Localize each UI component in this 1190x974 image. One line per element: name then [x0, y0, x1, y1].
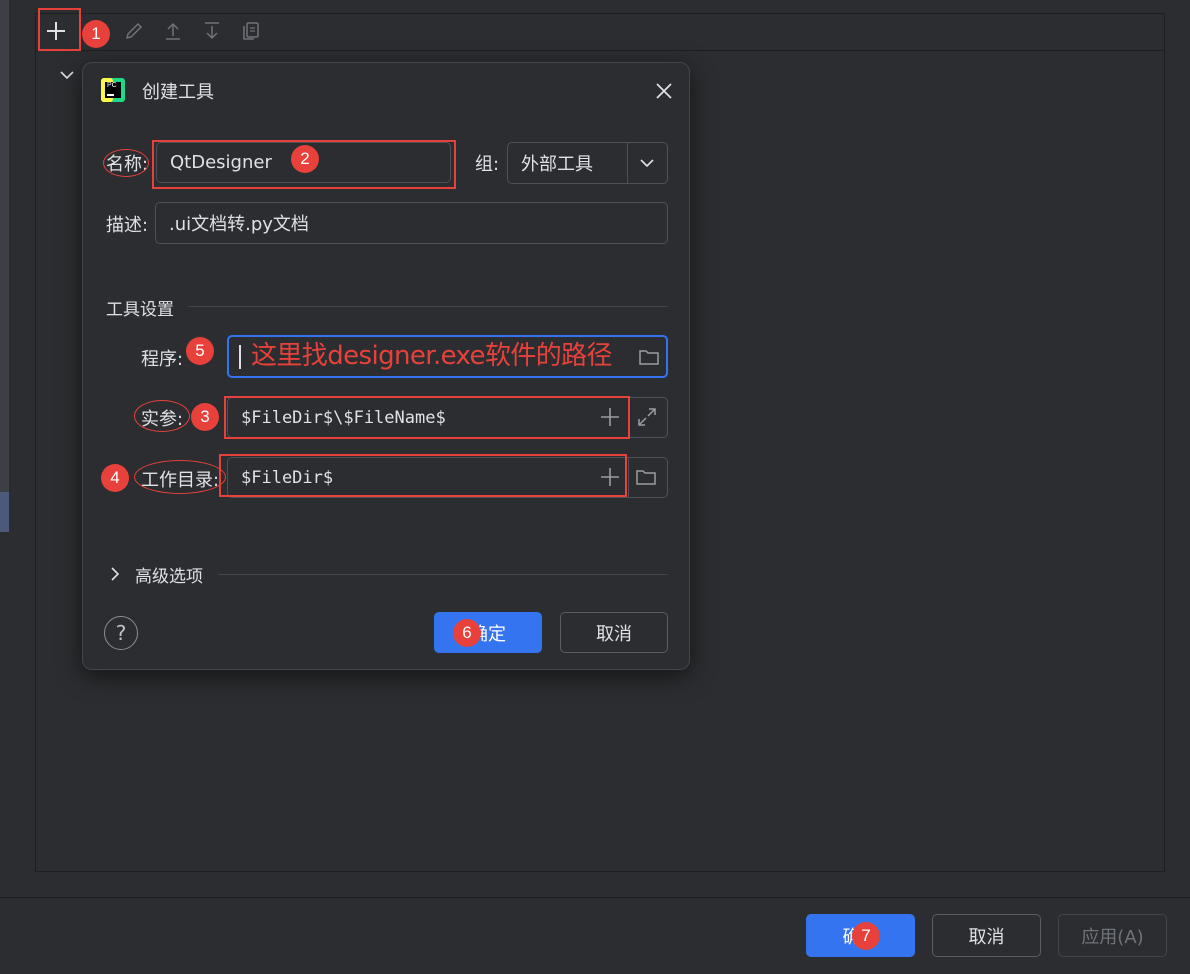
dialog-cancel-label: 取消	[596, 623, 632, 645]
expand-arguments-button[interactable]	[636, 406, 658, 428]
settings-apply-label: 应用(A)	[1081, 926, 1144, 948]
logo-text: PC	[107, 82, 117, 89]
move-down-button[interactable]	[196, 14, 228, 48]
settings-cancel-button[interactable]: 取消	[932, 914, 1041, 957]
dialog-title: 创建工具	[142, 82, 214, 103]
left-sidebar-strip	[0, 0, 9, 532]
workdir-divider	[628, 458, 629, 497]
move-down-icon	[205, 22, 219, 40]
help-button[interactable]: ?	[104, 616, 138, 650]
footer-divider	[0, 897, 1190, 898]
chevron-right-icon	[111, 567, 120, 581]
group-select-divider	[627, 143, 628, 183]
move-up-icon	[166, 22, 180, 40]
advanced-options-toggle[interactable]	[108, 565, 122, 583]
program-label: 程序:	[141, 349, 184, 370]
advanced-options-label[interactable]: 高级选项	[135, 562, 203, 587]
settings-apply-button[interactable]: 应用(A)	[1058, 914, 1167, 957]
edit-icon	[125, 22, 143, 40]
copy-icon	[243, 22, 259, 40]
chevron-down-icon	[60, 71, 74, 80]
close-dialog-button[interactable]	[652, 79, 676, 103]
dialog-ok-button[interactable]: 确定	[434, 612, 542, 653]
tool-settings-separator	[188, 306, 668, 307]
pycharm-logo: PC	[101, 78, 125, 102]
help-icon: ?	[115, 621, 127, 645]
step-badge-5: 5	[186, 337, 214, 365]
move-up-button[interactable]	[157, 14, 189, 48]
close-icon	[656, 83, 672, 99]
advanced-separator	[218, 574, 668, 575]
dialog-cancel-button[interactable]: 取消	[560, 612, 668, 653]
step-badge-7: 7	[852, 922, 880, 950]
tool-settings-heading: 工具设置	[106, 300, 174, 320]
workdir-browse-button[interactable]	[635, 467, 657, 487]
group-dropdown-button[interactable]	[638, 156, 656, 170]
annotation-circle-args	[134, 400, 190, 432]
step-badge-2: 2	[291, 145, 319, 173]
settings-cancel-label: 取消	[968, 926, 1005, 948]
description-input-value: .ui文档转.py文档	[169, 214, 309, 235]
step-badge-3: 3	[191, 403, 219, 431]
annotation-circle-workdir	[134, 460, 226, 494]
step-badge-1: 1	[82, 20, 110, 48]
annotation-circle-name	[103, 149, 149, 177]
annotation-box-add	[38, 8, 81, 51]
step-badge-6: 6	[453, 619, 481, 647]
group-select-value: 外部工具	[521, 154, 593, 175]
edit-tool-button[interactable]	[118, 14, 150, 48]
program-path-annotation: 这里找designer.exe软件的路径	[251, 341, 613, 371]
group-label: 组:	[475, 154, 500, 175]
tree-expand-toggle[interactable]	[58, 68, 76, 82]
annotation-box-workdir	[219, 454, 627, 497]
step-badge-4: 4	[101, 464, 129, 492]
copy-tool-button[interactable]	[235, 14, 267, 48]
toolbar-divider	[36, 50, 1164, 51]
folder-icon	[636, 470, 656, 485]
description-input[interactable]: .ui文档转.py文档	[155, 202, 668, 244]
left-sidebar-selection	[0, 492, 9, 532]
description-label: 描述:	[106, 215, 149, 236]
expand-icon	[638, 408, 656, 426]
chevron-down-icon	[640, 159, 654, 168]
annotation-box-args	[224, 396, 630, 439]
text-cursor	[239, 344, 241, 369]
